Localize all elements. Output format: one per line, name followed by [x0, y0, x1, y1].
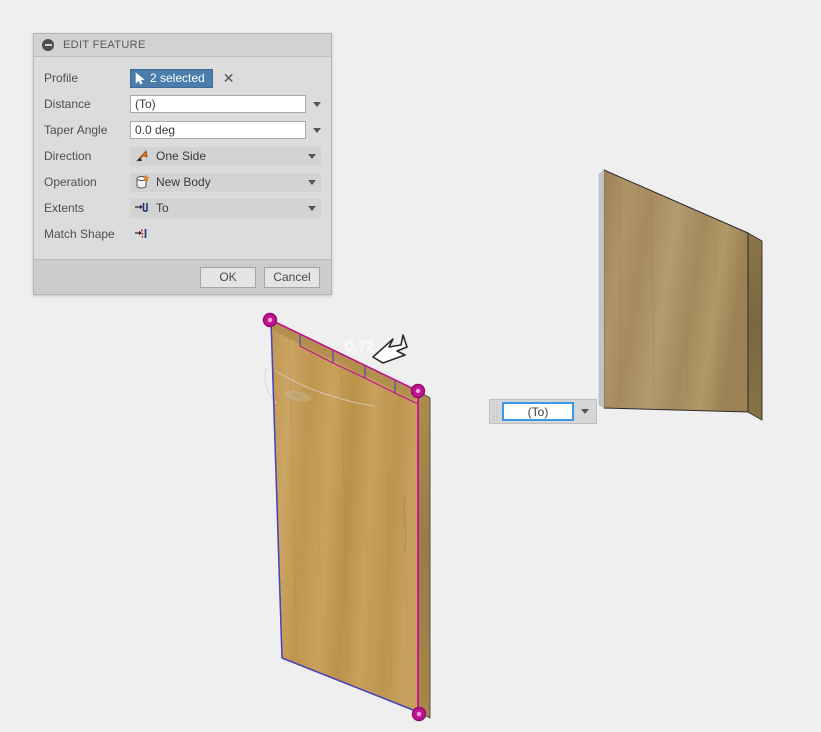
floating-distance-input[interactable]: (To)	[489, 399, 597, 424]
close-x-icon[interactable]: ✕	[223, 71, 235, 85]
extents-chevron-down-icon[interactable]	[308, 205, 316, 211]
extents-to-icon	[135, 203, 148, 212]
cursor-arrow-icon	[135, 72, 145, 84]
drag-grip-icon[interactable]	[492, 403, 499, 420]
control-distance: (To)	[130, 95, 321, 113]
label-extents: Extents	[44, 201, 85, 215]
floating-distance-field[interactable]: (To)	[502, 402, 574, 421]
collapse-circle-minus-icon[interactable]	[42, 39, 54, 51]
row-extents: Extents To	[34, 195, 331, 221]
extents-dropdown[interactable]: To	[130, 198, 321, 218]
operation-value: New Body	[156, 175, 211, 189]
row-taper-angle: Taper Angle 0.0 deg	[34, 117, 331, 143]
label-taper-angle: Taper Angle	[44, 123, 108, 137]
direction-dropdown[interactable]: One Side	[130, 146, 321, 166]
operation-dropdown[interactable]: New Body	[130, 172, 321, 192]
label-match-shape: Match Shape	[44, 227, 115, 241]
ok-button[interactable]: OK	[200, 266, 256, 288]
dialog-title: EDIT FEATURE	[63, 39, 146, 51]
target-board[interactable]	[590, 150, 785, 570]
control-match-shape	[130, 226, 321, 242]
row-profile: Profile 2 selected ✕	[34, 65, 331, 91]
distance-input[interactable]: (To)	[130, 95, 306, 113]
mouse-pointer-icon	[372, 334, 408, 364]
extruded-profile-board[interactable]	[255, 308, 455, 732]
distance-chevron-down-icon[interactable]	[313, 101, 321, 107]
target-board-edge-face	[747, 232, 763, 421]
dialog-footer: OK Cancel	[34, 259, 331, 294]
extents-value: To	[156, 201, 169, 215]
profile-selection-chip[interactable]: 2 selected	[130, 68, 213, 88]
taper-angle-chevron-down-icon[interactable]	[313, 127, 321, 133]
row-match-shape: Match Shape	[34, 221, 331, 247]
label-distance: Distance	[44, 97, 91, 111]
label-operation: Operation	[44, 175, 97, 189]
dialog-header[interactable]: EDIT FEATURE	[34, 34, 331, 57]
taper-angle-input[interactable]: 0.0 deg	[130, 121, 306, 139]
direction-value: One Side	[156, 149, 207, 163]
target-board-back-sliver	[598, 169, 605, 409]
one-side-arrow-icon	[136, 150, 148, 162]
match-shape-icon[interactable]	[134, 226, 150, 242]
row-direction: Direction One Side	[34, 143, 331, 169]
edit-feature-dialog[interactable]: EDIT FEATURE Profile 2 selected ✕ Distan…	[33, 33, 332, 295]
dialog-body: Profile 2 selected ✕ Distance (To) Taper	[34, 57, 331, 259]
control-operation: New Body	[130, 172, 321, 192]
control-direction: One Side	[130, 146, 321, 166]
label-direction: Direction	[44, 149, 92, 163]
target-board-front-face	[603, 169, 749, 413]
control-extents: To	[130, 198, 321, 218]
chevron-down-icon[interactable]	[581, 409, 589, 414]
label-profile: Profile	[44, 71, 79, 85]
cancel-button[interactable]: Cancel	[264, 266, 320, 288]
new-body-cylinder-icon	[136, 174, 150, 189]
row-operation: Operation New Body	[34, 169, 331, 195]
profile-selection-count: 2 selected	[150, 71, 205, 85]
control-profile: 2 selected ✕	[130, 68, 321, 88]
control-taper-angle: 0.0 deg	[130, 121, 321, 139]
profile-board-edge-face	[417, 390, 431, 719]
direction-chevron-down-icon[interactable]	[308, 153, 316, 159]
row-distance: Distance (To)	[34, 91, 331, 117]
operation-chevron-down-icon[interactable]	[308, 179, 316, 185]
profile-board-front-face	[264, 319, 419, 713]
